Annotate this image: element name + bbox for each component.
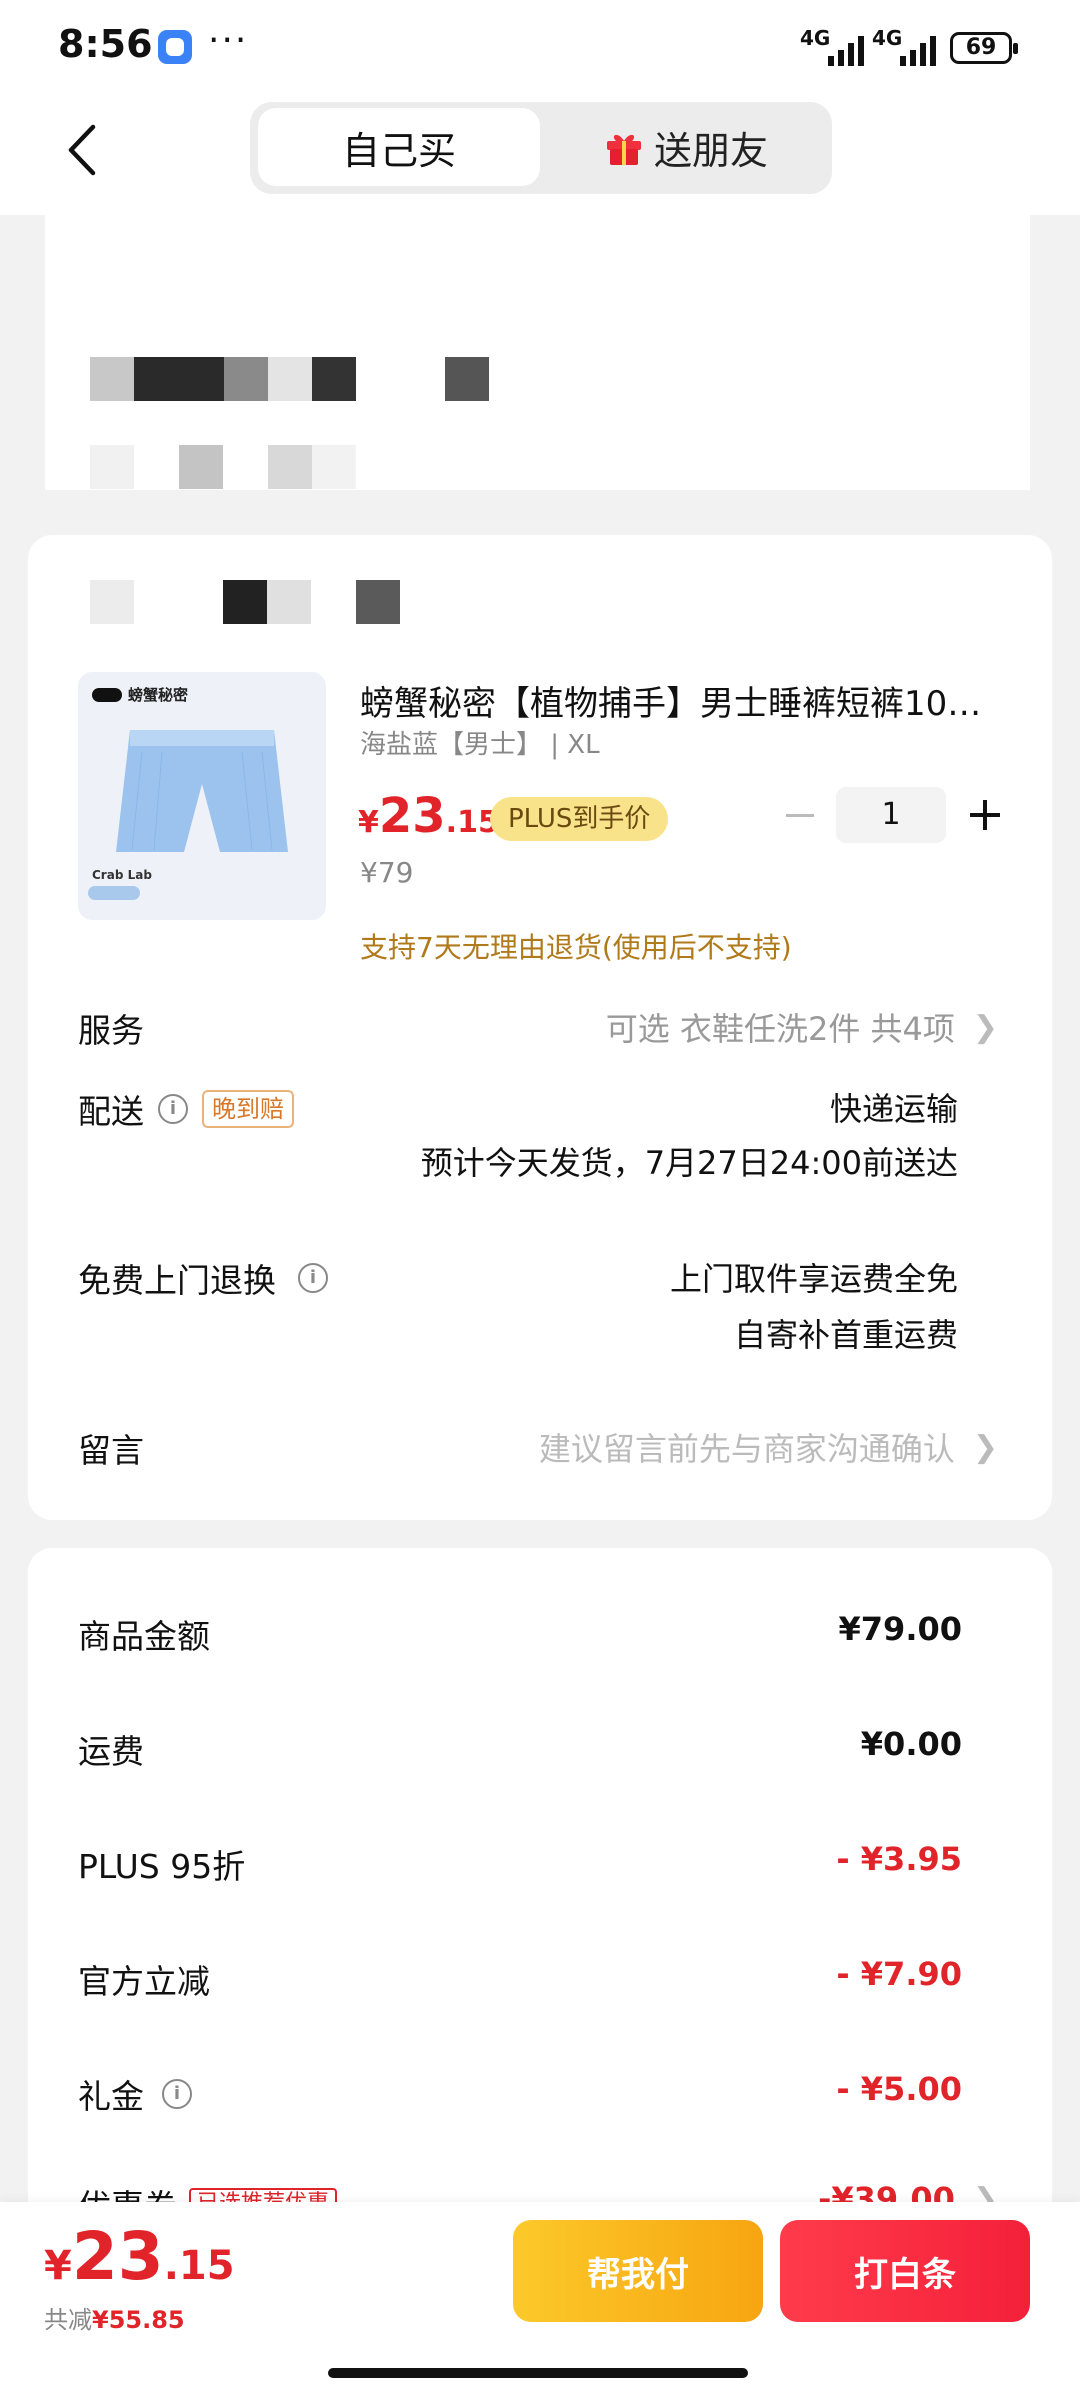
info-icon[interactable]: i (162, 2079, 192, 2109)
product-spec[interactable]: 海盐蓝【男士】 | XL (360, 724, 600, 761)
original-price: ¥79 (360, 856, 414, 889)
redacted-block (312, 445, 356, 489)
return-policy-note: 支持7天无理由退货(使用后不支持) (360, 931, 792, 964)
gift-icon (606, 134, 641, 165)
service-value: 可选 衣鞋任洗2件 共4项 (605, 1010, 955, 1048)
product-title[interactable]: 螃蟹秘密【植物捕手】男士睡裤短裤10… (360, 676, 1000, 725)
address-card[interactable] (45, 215, 1030, 490)
image-caption: Crab Lab (92, 868, 152, 882)
chevron-right-icon: ❯ (972, 1009, 998, 1045)
delivery-label: 配送 (78, 1092, 144, 1131)
redacted-block (90, 357, 134, 401)
goods-amount-value: ¥79.00 (838, 1610, 962, 1648)
plus-discount-label: PLUS 95折 (78, 1847, 246, 1886)
shorts-image (116, 730, 288, 852)
redacted-block (312, 357, 356, 401)
increase-quantity-button[interactable] (965, 795, 1005, 835)
service-row[interactable]: 可选 衣鞋任洗2件 共4项 ❯ (606, 1004, 998, 1050)
message-input[interactable]: 建议留言前先与商家沟通确认 (539, 1424, 955, 1470)
battery-icon: 69 (950, 32, 1018, 64)
chevron-left-icon (68, 124, 96, 176)
redacted-block (223, 580, 267, 624)
more-notifications-icon: ··· (208, 20, 249, 61)
quantity-input[interactable]: 1 (836, 787, 946, 843)
goods-amount-label: 商品金额 (78, 1617, 210, 1656)
network-type-label: 4G (800, 26, 831, 50)
late-compensation-badge: 晚到赔 (202, 1090, 294, 1128)
baitiao-pay-button[interactable]: 打白条 (780, 2220, 1030, 2322)
product-price: ¥23.15 (358, 788, 499, 844)
chevron-right-icon: ❯ (972, 1429, 998, 1465)
app-notification-icon (158, 30, 192, 64)
redacted-block (90, 580, 134, 624)
redacted-block (224, 357, 268, 401)
delivery-time: 预计今天发货，7月27日24:00前送达 (420, 1144, 958, 1182)
cell-signal-2: 4G (872, 26, 902, 50)
redacted-block (90, 445, 134, 489)
product-thumbnail[interactable]: 螃蟹秘密 Crab Lab (78, 672, 326, 920)
redacted-block (356, 580, 400, 624)
message-row[interactable]: 建议留言前先与商家沟通确认 ❯ (539, 1424, 998, 1470)
total-saved[interactable]: 共减¥55.85 (44, 2300, 185, 2335)
free-return-line2: 自寄补首重运费 (733, 1316, 958, 1354)
color-swatch (88, 886, 140, 900)
redacted-block (267, 580, 311, 624)
back-button[interactable] (52, 115, 112, 185)
cell-signal-1: 4G (800, 26, 830, 50)
gift-money-label: 礼金 (78, 2077, 144, 2116)
total-price: ¥23.15 (44, 2218, 235, 2295)
redacted-block (268, 357, 312, 401)
signal-bars-icon (900, 34, 936, 66)
shipping-label: 运费 (78, 1732, 144, 1771)
redacted-block (268, 445, 312, 489)
plus-discount-value: - ¥3.95 (836, 1840, 962, 1878)
decrease-quantity-button[interactable] (780, 795, 820, 835)
service-label: 服务 (78, 1011, 144, 1050)
info-icon[interactable]: i (158, 1094, 188, 1124)
tab-buy-for-self[interactable]: 自己买 (258, 108, 540, 186)
gift-money-value: - ¥5.00 (836, 2070, 962, 2108)
official-discount-label: 官方立减 (78, 1962, 210, 2001)
signal-bars-icon (828, 34, 864, 66)
gift-money-label-group: 礼金 i (78, 2070, 192, 2118)
plus-price-badge: PLUS到手价 (490, 797, 669, 841)
help-me-pay-button[interactable]: 帮我付 (513, 2220, 763, 2322)
brand-logo: 螃蟹秘密 (92, 684, 188, 705)
free-return-label-group: 免费上门退换 i (78, 1254, 328, 1302)
network-type-label: 4G (872, 26, 903, 50)
status-time: 8:56 (58, 22, 153, 66)
free-return-label: 免费上门退换 (78, 1261, 276, 1300)
delivery-label-group: 配送 i 晚到赔 (78, 1085, 294, 1133)
official-discount-value: - ¥7.90 (836, 1955, 962, 1993)
redacted-block (179, 445, 223, 489)
delivery-method[interactable]: 快递运输 (830, 1084, 958, 1130)
tab-send-to-friend-label: 送朋友 (653, 128, 768, 173)
free-return-line1: 上门取件享运费全免 (669, 1260, 958, 1298)
home-indicator[interactable] (328, 2368, 748, 2378)
tab-send-to-friend[interactable]: 送朋友 (545, 108, 827, 186)
redacted-block (134, 357, 224, 401)
info-icon[interactable]: i (298, 1263, 328, 1293)
redacted-block (445, 357, 489, 401)
message-label: 留言 (78, 1431, 144, 1470)
shipping-value: ¥0.00 (860, 1725, 962, 1763)
